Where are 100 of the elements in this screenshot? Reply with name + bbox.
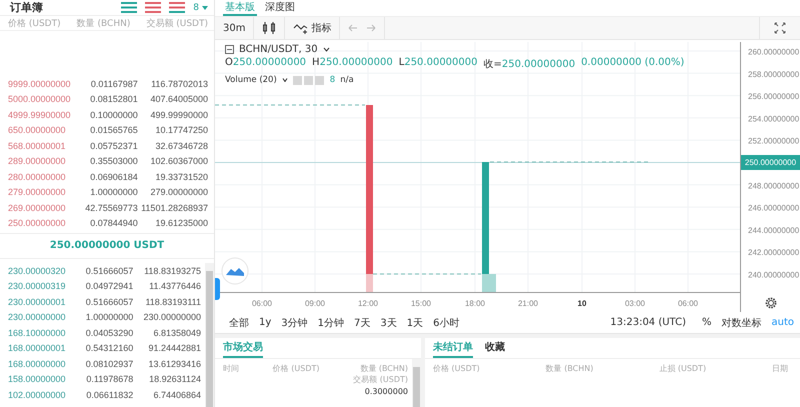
change-value: 0.00000000 (0.00%): [581, 57, 684, 70]
x-axis-label: 12:00: [358, 299, 378, 308]
range-button[interactable]: 1天: [406, 316, 424, 330]
scrollbar[interactable]: [412, 359, 421, 407]
column-header: 交易额 (USDT): [146, 18, 208, 30]
fullscreen-icon[interactable]: [774, 22, 786, 34]
undo-icon[interactable]: [348, 24, 358, 32]
chart-tab[interactable]: 深度图: [263, 0, 297, 16]
asks-view-icon[interactable]: [145, 2, 162, 13]
sidebar-toggle[interactable]: [215, 278, 220, 300]
both-sides-view-icon[interactable]: [121, 2, 138, 13]
bid-amount: 0.51666057: [84, 266, 134, 276]
bid-amount: 0.51666057: [84, 296, 134, 307]
x-axis-label: 10: [578, 299, 586, 308]
y-axis-label: 260.00000000: [748, 48, 800, 57]
bid-amount: 0.54312160: [84, 343, 134, 354]
range-button[interactable]: 1分钟: [318, 316, 344, 330]
ohlc-value: L250.00000000: [398, 57, 478, 70]
order-book-title: 订单簿: [10, 0, 43, 15]
ask-total: 116.78702013: [150, 78, 208, 89]
bid-price: 168.00000000: [8, 358, 67, 369]
bid-price: 102.00000000: [8, 390, 67, 400]
settings-icon[interactable]: [766, 298, 776, 309]
volume-reading: n/a: [340, 75, 354, 86]
bid-total: 6.81358049: [152, 328, 201, 338]
ask-total: 11501.28268937: [140, 202, 208, 213]
ask-amount: 0.01565765: [89, 125, 138, 136]
indicators-button[interactable]: 指标: [285, 17, 340, 40]
volume-bar: [482, 274, 496, 292]
log-scale-button[interactable]: 对数坐标: [721, 316, 762, 330]
y-axis-label: 248.00000000: [748, 182, 800, 191]
ask-price: 5000.00000000: [8, 94, 72, 104]
range-button[interactable]: 3分钟: [281, 316, 308, 330]
candlestick-icon[interactable]: [262, 21, 276, 36]
y-axis-label: 252.00000000: [748, 137, 800, 146]
ask-total: 19.61235000: [154, 218, 208, 228]
panel-tab[interactable]: 收藏: [485, 338, 505, 358]
range-button[interactable]: 1y: [259, 317, 272, 328]
current-price-tag: 250.00000000: [741, 155, 800, 170]
trade-amount: 0.3000000: [364, 387, 408, 396]
range-button[interactable]: 6小时: [433, 316, 460, 330]
volume-label[interactable]: Volume (20): [225, 75, 277, 86]
x-axis-label: 03:00: [624, 299, 646, 308]
ask-amount: 1.00000000: [89, 187, 138, 198]
x-axis-label: 21:00: [518, 299, 538, 308]
y-axis-label: 242.00000000: [748, 248, 800, 258]
caret-icon: [202, 6, 208, 10]
range-button[interactable]: 7天: [354, 316, 370, 330]
column-header: 时间: [223, 363, 239, 375]
bid-price: 230.00000319: [8, 281, 67, 292]
ask-total: 32.67346728: [154, 140, 208, 151]
column-header: 交易额 (USDT): [353, 374, 408, 385]
collapse-icon[interactable]: [225, 45, 234, 54]
chevron-icon[interactable]: [322, 47, 330, 52]
column-header: 日期: [772, 363, 788, 374]
ask-price: 279.00000000: [8, 187, 67, 198]
ask-price: 280.00000000: [8, 172, 67, 182]
ask-amount: 0.10000000: [89, 110, 138, 120]
range-button[interactable]: 3天: [380, 316, 397, 330]
ask-amount: 42.75569773: [84, 202, 138, 213]
column-header: 止损 (USDT): [659, 363, 706, 374]
column-header: 数量 (BCHN): [360, 363, 408, 374]
ask-price: 4999.99900000: [8, 110, 72, 120]
ask-amount: 0.35503000: [89, 156, 138, 166]
bid-total: 18.92631124: [148, 374, 201, 384]
y-axis-label: 254.00000000: [748, 114, 800, 124]
column-header: 价格 (USDT): [8, 18, 61, 30]
y-axis-label: 240.00000000: [748, 270, 800, 280]
bid-total: 11.43776446: [148, 281, 201, 292]
chevron-icon[interactable]: [282, 78, 288, 82]
bid-total: 230.00000000: [142, 312, 201, 322]
bid-price: 230.00000320: [8, 266, 67, 276]
range-button[interactable]: 全部: [229, 316, 249, 330]
column-header: 数量 (BCHN): [76, 18, 130, 30]
volume-value: 8: [330, 75, 336, 86]
bid-amount: 0.11978678: [85, 374, 134, 384]
ask-price: 250.00000000: [8, 218, 67, 228]
symbol-label[interactable]: BCHN/USDT, 30: [239, 44, 318, 56]
y-axis-label: 256.00000000: [748, 92, 800, 102]
ask-amount: 0.07844940: [89, 218, 138, 228]
bid-amount: 0.04972941: [84, 281, 134, 292]
bid-amount: 0.08102937: [84, 358, 134, 369]
ohlc-value: O250.00000000: [225, 57, 306, 70]
bid-amount: 1.00000000: [84, 312, 134, 322]
scrollbar[interactable]: [205, 263, 214, 407]
bid-price: 158.00000000: [8, 374, 67, 384]
redo-icon[interactable]: [366, 24, 376, 32]
ask-amount: 0.08152801: [89, 94, 138, 104]
bid-price: 168.00000001: [8, 343, 67, 354]
indicator-icon: [293, 22, 310, 34]
bid-total: 13.61293416: [147, 358, 201, 369]
bid-price: 230.00000000: [8, 312, 67, 322]
ask-price: 9999.00000000: [8, 78, 72, 89]
percent-button[interactable]: %: [702, 317, 712, 328]
bid-total: 118.83193275: [143, 266, 201, 276]
y-axis-label: 246.00000000: [748, 204, 800, 213]
interval-button[interactable]: 30m: [215, 17, 254, 40]
x-axis-label: 18:00: [464, 299, 486, 308]
ask-total: 407.64005000: [149, 94, 208, 104]
bids-view-icon[interactable]: [169, 2, 186, 13]
